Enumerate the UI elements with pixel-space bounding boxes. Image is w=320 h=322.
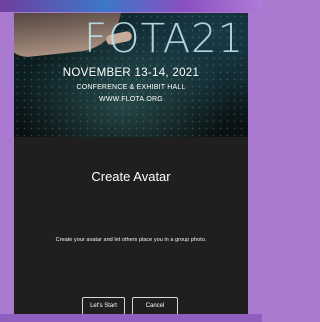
frame-top-border [0,0,262,12]
event-logo: FOTA21 [84,16,245,62]
event-venue: CONFERENCE & EXHIBIT HALL [76,84,186,91]
frame-bottom-border [0,314,262,322]
event-banner: FOTA21 NOVEMBER 13-14, 2021 CONFERENCE &… [14,13,248,137]
app-screen: FOTA21 NOVEMBER 13-14, 2021 CONFERENCE &… [14,13,248,322]
dialog-title: Create Avatar [91,169,171,184]
dialog-description: Create your avatar and let others place … [55,237,207,243]
event-date: NOVEMBER 13-14, 2021 [62,67,200,79]
event-website: WWW.FLOTA.ORG [99,96,163,103]
